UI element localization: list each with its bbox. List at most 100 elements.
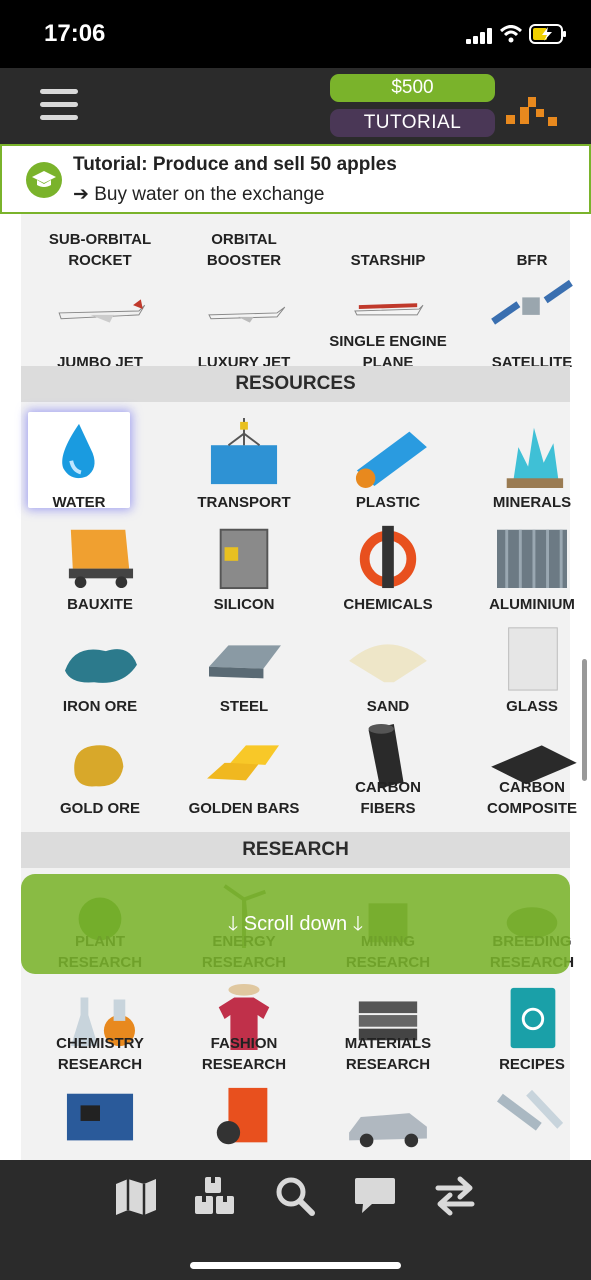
item-ore-cart[interactable]: BAUXITE (28, 514, 172, 613)
item-label: FIBERS (360, 800, 416, 817)
item-label: WATER (52, 494, 106, 511)
item-silicon-block[interactable]: SILICON (172, 514, 316, 613)
scrollbar[interactable] (582, 659, 587, 781)
item-satellite[interactable]: SATELLITE (460, 276, 591, 372)
item-recipe-book[interactable]: RECIPES (460, 978, 591, 1074)
item-label: RESEARCH (201, 1056, 287, 1073)
ore-cart-icon (68, 529, 134, 589)
item-jumbo-jet[interactable]: JUMBO JET (28, 276, 172, 372)
circuit-board-icon (66, 1093, 134, 1141)
chat-icon[interactable] (352, 1174, 398, 1218)
tutorial-title: Tutorial: Produce and sell 50 apples (73, 154, 397, 175)
tutorial-step: ➔ Buy water on the exchange (73, 184, 325, 205)
item-carbon-plate[interactable]: CARBON COMPOSITE (460, 718, 591, 817)
item-rockets[interactable]: AEROSPACE (460, 1080, 591, 1160)
aluminium-sheet-icon (497, 529, 567, 589)
item-water-drop[interactable]: WATER (28, 412, 130, 511)
plastic-roll-icon (355, 431, 427, 488)
rockets-icon (497, 1089, 564, 1131)
item-starship[interactable]: STARSHIP (316, 214, 460, 270)
item-booster[interactable]: ORBITAL BOOSTER (172, 214, 316, 270)
item-plastic-roll[interactable]: PLASTIC (316, 412, 460, 511)
item-carbon-fiber-roll[interactable]: CARBON FIBERS (316, 718, 460, 817)
car-icon (349, 1113, 427, 1148)
home-indicator[interactable] (190, 1262, 401, 1269)
item-label: BOOSTER (206, 252, 282, 269)
recipe-book-icon (510, 987, 556, 1049)
tutorial-banner[interactable]: Tutorial: Produce and sell 50 apples ➔ B… (0, 144, 591, 214)
scroll-down-hint[interactable]: 🡓 Scroll down 🡓 (21, 874, 570, 974)
item-label: BAUXITE (67, 596, 133, 613)
item-label: TRANSPORT (197, 494, 291, 511)
item-chemical-pipe[interactable]: CHEMICALS (316, 514, 460, 613)
item-label: SAND (366, 698, 410, 715)
item-label: ORBITAL (211, 231, 277, 248)
item-iron-ore[interactable]: IRON ORE (28, 616, 172, 715)
silicon-block-icon (219, 528, 269, 590)
item-gold-bars[interactable]: GOLDEN BARS (172, 718, 316, 817)
item-label: ROCKET (68, 252, 132, 269)
item-car[interactable]: AUTOMOTIVE (316, 1080, 460, 1160)
item-shipping-container[interactable]: TRANSPORT (172, 412, 316, 511)
item-label: CARBON (499, 779, 565, 796)
item-flasks[interactable]: CHEMISTRY RESEARCH (28, 978, 172, 1074)
item-label: MATERIALS (344, 1035, 432, 1052)
item-rocket[interactable]: SUB-ORBITAL ROCKET (28, 214, 172, 270)
item-label: MINERALS (492, 494, 572, 511)
menu-icon[interactable] (40, 89, 78, 123)
item-gold-nugget[interactable]: GOLD ORE (28, 718, 172, 817)
item-steel-ingot[interactable]: STEEL (172, 616, 316, 715)
item-glass-pane[interactable]: GLASS (460, 616, 591, 715)
clock: 17:06 (44, 20, 106, 47)
map-icon[interactable] (113, 1174, 159, 1218)
status-bar: 17:06 (0, 0, 591, 68)
item-label: CHEMISTRY (56, 1035, 144, 1052)
item-label: PLASTIC (355, 494, 421, 511)
item-label: SINGLE ENGINE (329, 333, 447, 350)
item-label: GOLD ORE (59, 800, 140, 817)
item-materials[interactable]: MATERIALS RESEARCH (316, 978, 460, 1074)
item-luxury-jet[interactable]: LUXURY JET (172, 276, 316, 372)
gold-nugget-icon (74, 745, 124, 787)
battery-charging-icon (529, 24, 566, 44)
item-label: CARBON (355, 779, 421, 796)
app-header: $500 TUTORIAL (0, 68, 591, 144)
item-label: SILICON (213, 596, 275, 613)
item-circuit-board[interactable]: ELECTRONICS (28, 1080, 172, 1160)
item-crystals[interactable]: MINERALS (460, 412, 591, 511)
item-label: IRON ORE (62, 698, 138, 715)
search-icon[interactable] (272, 1174, 318, 1218)
stats-icon[interactable] (504, 97, 560, 133)
item-label: STARSHIP (350, 252, 426, 269)
item-label: GOLDEN BARS (188, 800, 300, 817)
luxury-jet-icon (208, 306, 286, 323)
exchange-arrows-icon[interactable] (432, 1174, 478, 1218)
iron-ore-icon (65, 649, 137, 683)
section-header-resources: RESOURCES (21, 366, 570, 402)
item-single-engine-plane[interactable]: SINGLE ENGINE PLANE (316, 276, 460, 372)
item-aluminium-sheet[interactable]: ALUMINIUM (460, 514, 591, 613)
chemical-pipe-icon (359, 525, 417, 589)
home-indicator-area (0, 1232, 591, 1280)
gear-document-icon (216, 1087, 268, 1145)
steel-ingot-icon (209, 645, 281, 679)
item-gear-document[interactable] (172, 1080, 316, 1160)
item-label: RESEARCH (57, 1056, 143, 1073)
boxes-icon[interactable] (192, 1174, 238, 1218)
item-label: COMPOSITE (486, 800, 577, 817)
item-bfr[interactable]: BFR (460, 214, 591, 270)
sand-pile-icon (349, 644, 427, 683)
item-label: CHEMICALS (343, 596, 433, 613)
money-balance[interactable]: $500 (330, 74, 495, 102)
bfr-icon (482, 214, 582, 244)
product-catalog[interactable]: SUB-ORBITAL ROCKET ORBITAL BOOSTER STARSHIP B… (0, 214, 591, 1160)
section-header-research: RESEARCH (21, 832, 570, 868)
shipping-container-icon (210, 418, 278, 485)
bottom-navigation (0, 1160, 591, 1232)
tutorial-button[interactable]: TUTORIAL (330, 109, 495, 137)
item-clothes[interactable]: FASHION RESEARCH (172, 978, 316, 1074)
water-drop-icon (62, 423, 95, 479)
item-label: STEEL (219, 698, 269, 715)
cellular-signal-icon (466, 28, 492, 44)
item-sand-pile[interactable]: SAND (316, 616, 460, 715)
